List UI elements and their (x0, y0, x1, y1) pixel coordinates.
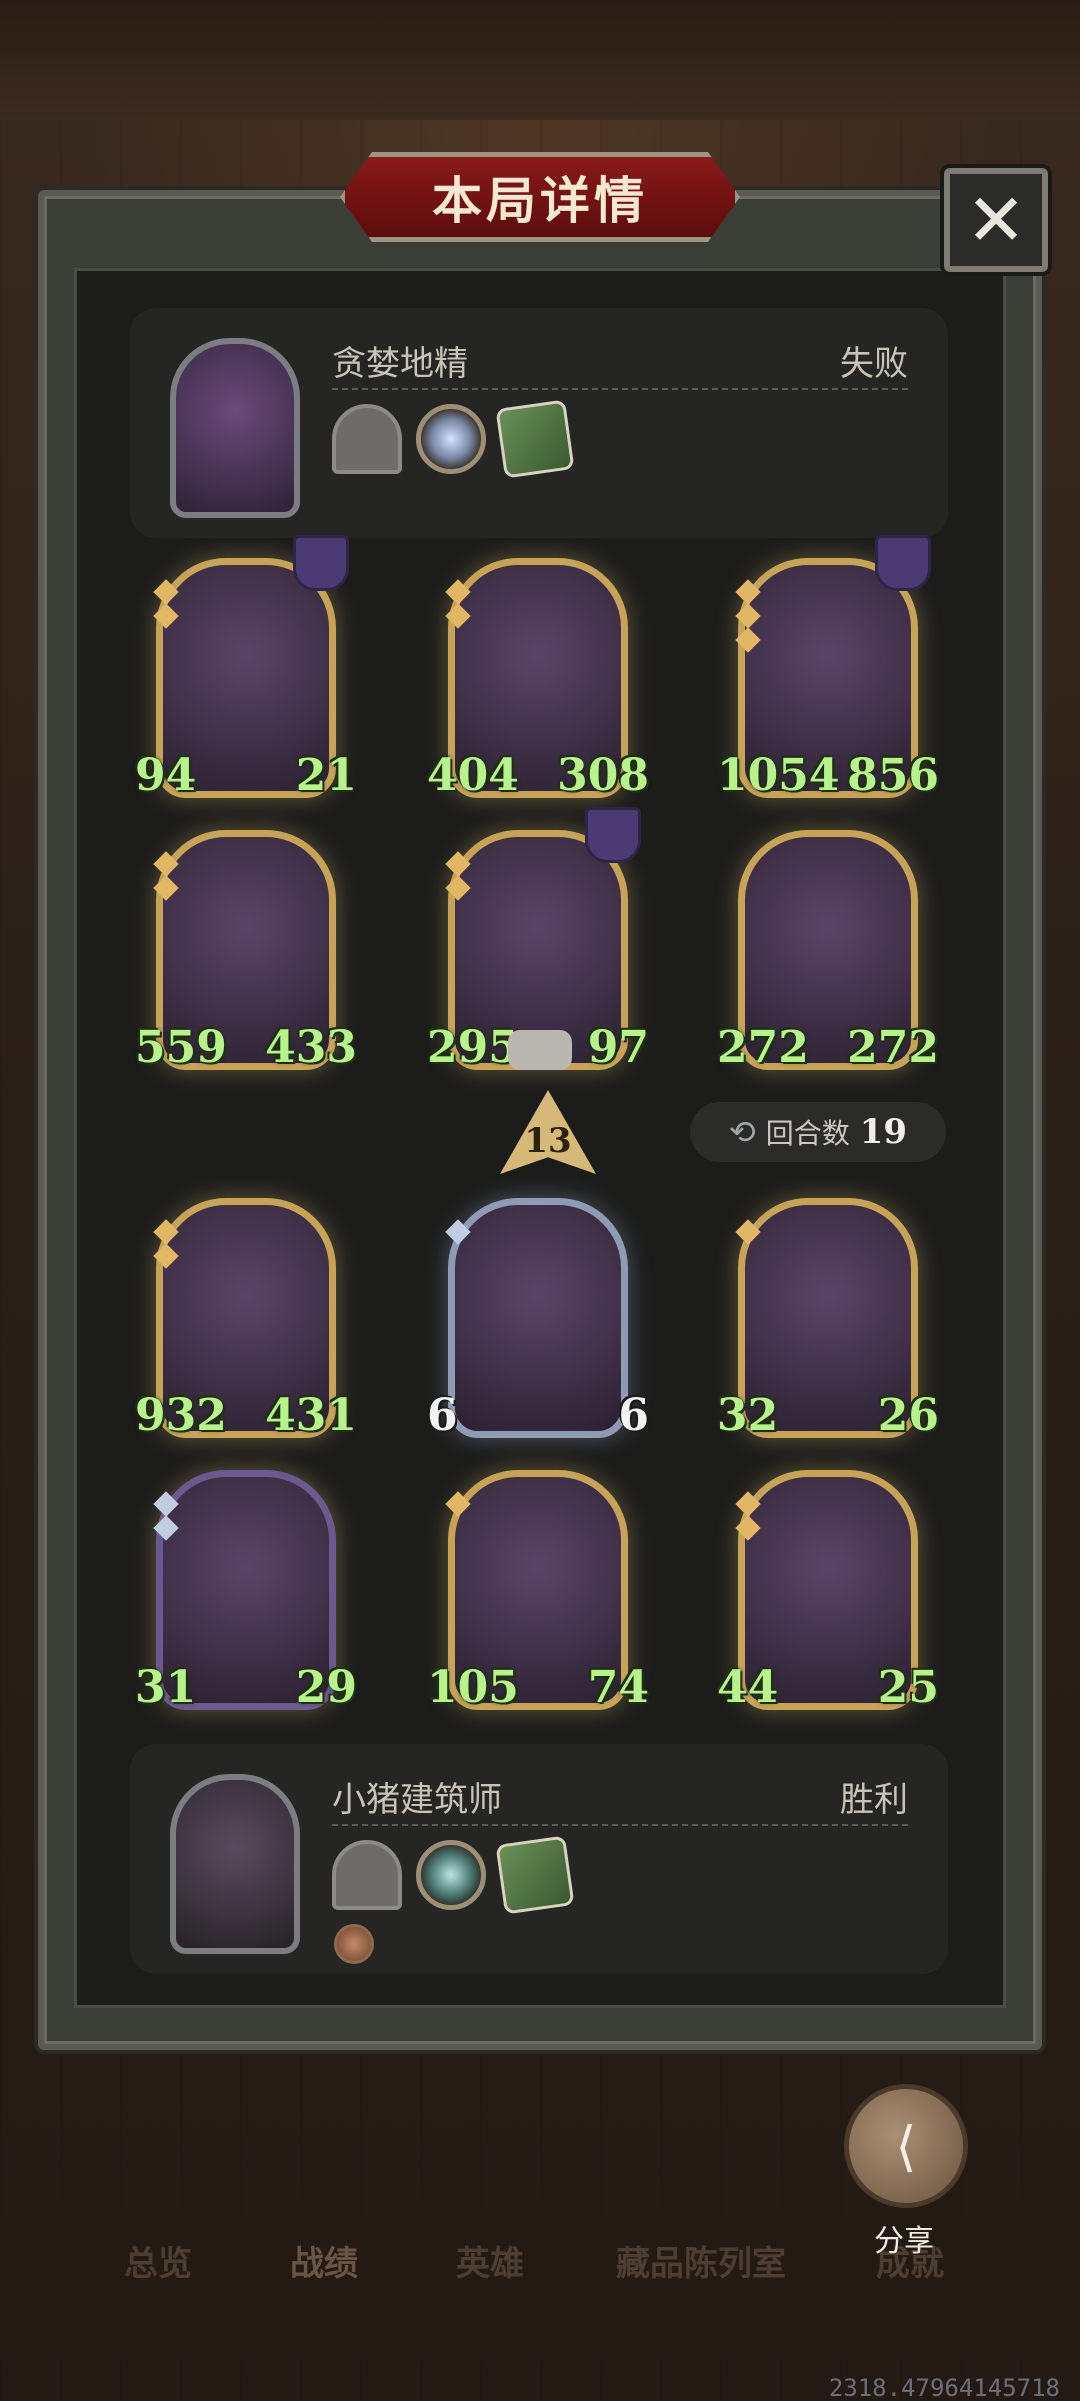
minion-attack: 404 (427, 750, 519, 801)
book-icon[interactable] (495, 1835, 575, 1915)
player-result: 胜利 (840, 1780, 908, 1820)
player-result: 失败 (840, 344, 908, 384)
minion-attack: 932 (135, 1390, 227, 1441)
minion-health: 6 (618, 1390, 649, 1441)
minion-health: 431 (265, 1390, 357, 1441)
hat-icon (293, 535, 349, 591)
debug-coords: 2318.47964145718 (828, 2374, 1060, 2401)
turn-label: 回合数 (765, 1117, 850, 1150)
minion-card[interactable]: 404 308 (427, 558, 649, 801)
minion-card[interactable]: 559 433 (135, 830, 357, 1073)
portal-icon[interactable] (332, 1840, 402, 1910)
minion-card[interactable]: 272 272 (717, 830, 939, 1073)
minion-health: 25 (877, 1662, 939, 1713)
player-name: 贪婪地精 (332, 344, 468, 384)
avatar[interactable] (170, 1774, 300, 1954)
coin-icon[interactable] (334, 1924, 374, 1964)
divider (332, 1824, 908, 1826)
minion-card[interactable]: 105 74 (427, 1470, 649, 1713)
minion-card[interactable]: 31 29 (135, 1470, 357, 1713)
divider (332, 388, 908, 390)
minion-attack: 295 (427, 1022, 519, 1073)
skull-icon (508, 1030, 572, 1070)
minion-attack: 559 (135, 1022, 227, 1073)
top-shade (0, 0, 1080, 120)
orb-icon[interactable] (416, 404, 486, 474)
tab-records[interactable]: 战绩 (290, 2236, 358, 2285)
tab-heroes[interactable]: 英雄 (456, 2236, 524, 2285)
minion-attack: 1054 (717, 750, 840, 801)
portal-icon[interactable] (332, 404, 402, 474)
minion-card[interactable]: 44 25 (717, 1470, 939, 1713)
minion-card[interactable]: 932 431 (135, 1198, 357, 1441)
player-name: 小猪建筑师 (332, 1780, 502, 1820)
minion-health: 26 (877, 1390, 939, 1441)
player-row-self: 小猪建筑师 胜利 (130, 1744, 948, 1974)
minion-attack: 105 (427, 1662, 519, 1713)
tier-value: 13 (524, 1121, 572, 1161)
minion-health: 97 (587, 1022, 649, 1073)
minion-card[interactable]: 32 26 (717, 1198, 939, 1441)
close-button[interactable]: ✕ (944, 168, 1048, 272)
minion-health: 308 (557, 750, 649, 801)
page-title: 本局详情 (432, 172, 648, 230)
share-button[interactable]: ⟨ (844, 2084, 968, 2208)
refresh-icon: ⟲ (728, 1113, 756, 1151)
minion-attack: 44 (717, 1662, 779, 1713)
minion-card[interactable]: 6 6 (427, 1198, 649, 1441)
minion-attack: 272 (717, 1022, 809, 1073)
minion-health: 272 (847, 1022, 939, 1073)
player-row-opponent: 贪婪地精 失败 (130, 308, 948, 538)
minion-health: 856 (847, 750, 939, 801)
minion-card[interactable]: 1054 856 (717, 535, 939, 801)
title-banner: 本局详情 (340, 152, 740, 242)
share-label: 分享 (874, 2224, 934, 2259)
minion-health: 29 (295, 1662, 357, 1713)
minion-health: 74 (587, 1662, 649, 1713)
minion-attack: 94 (135, 750, 197, 801)
turn-value: 19 (859, 1112, 908, 1152)
tab-overview[interactable]: 总览 (124, 2236, 192, 2285)
close-icon: ✕ (965, 178, 1027, 262)
hat-icon (875, 535, 931, 591)
turn-counter: ⟲ 回合数 19 (690, 1102, 946, 1162)
player-items (332, 1835, 575, 1915)
minion-health: 21 (295, 750, 357, 801)
hat-icon (585, 807, 641, 863)
avatar[interactable] (170, 338, 300, 518)
player-items (332, 399, 575, 479)
orb-icon[interactable] (416, 1840, 486, 1910)
book-icon[interactable] (495, 399, 575, 479)
share-icon: ⟨ (895, 2114, 917, 2178)
minion-attack: 6 (427, 1390, 458, 1441)
minion-card[interactable]: 94 21 (135, 535, 357, 801)
minion-health: 433 (265, 1022, 357, 1073)
minion-attack: 32 (717, 1390, 779, 1441)
minion-attack: 31 (135, 1662, 197, 1713)
tab-collection[interactable]: 藏品陈列室 (616, 2236, 786, 2285)
